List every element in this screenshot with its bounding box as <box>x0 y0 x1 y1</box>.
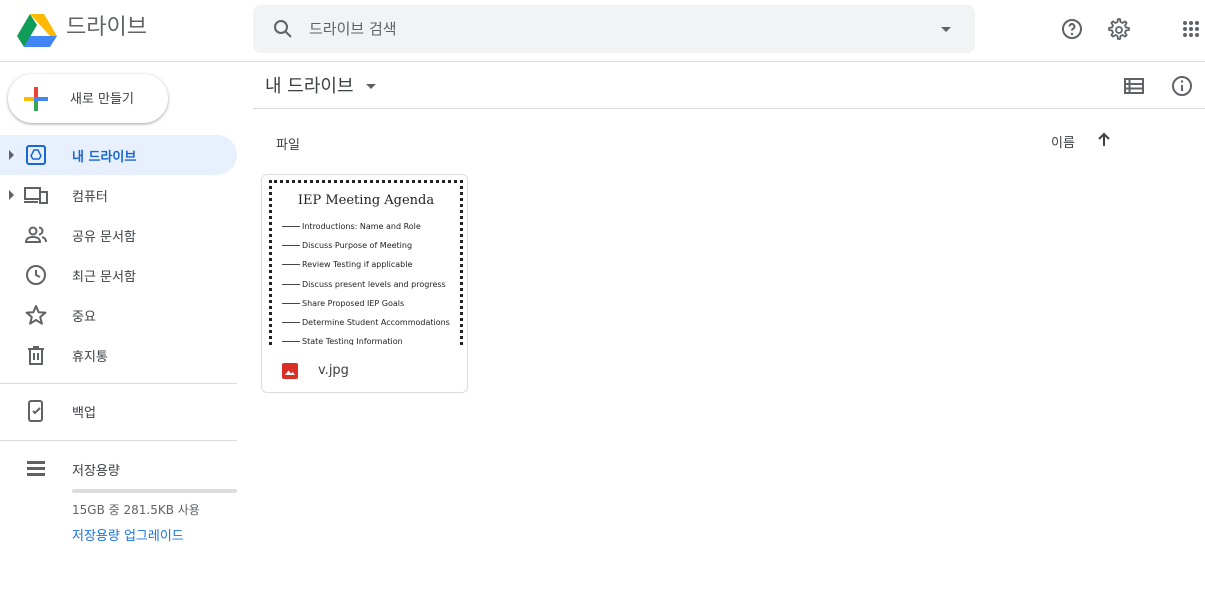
top-bar: 드라이브 <box>0 0 1205 62</box>
clock-icon <box>26 265 46 285</box>
thumbnail-line: Discuss Purpose of Meeting <box>282 241 412 255</box>
thumbnail-line: State Testing Information <box>282 337 403 345</box>
sidebar-item-label: 컴퓨터 <box>72 190 108 205</box>
star-icon <box>25 305 47 325</box>
sidebar-item-label: 휴지통 <box>72 350 108 365</box>
computers-icon <box>24 187 48 204</box>
sidebar-divider <box>0 440 237 441</box>
storage-icon <box>27 461 45 476</box>
file-card-footer[interactable]: v.jpg <box>262 345 467 392</box>
gear-icon <box>1108 18 1130 40</box>
help-icon <box>1062 19 1082 39</box>
sidebar-item-recent[interactable]: 최근 문서함 <box>0 255 237 295</box>
sort-by-name-label[interactable]: 이름 <box>1051 132 1075 151</box>
sidebar-item-computers[interactable]: 컴퓨터 <box>0 175 237 215</box>
settings-button[interactable] <box>1098 9 1138 49</box>
info-icon <box>1172 76 1192 96</box>
sidebar-item-starred[interactable]: 중요 <box>0 295 237 335</box>
file-card[interactable]: IEP Meeting Agenda Introductions: Name a… <box>261 174 468 393</box>
help-button[interactable] <box>1052 9 1092 49</box>
sidebar-item-my-drive[interactable]: 내 드라이브 <box>0 135 237 175</box>
sidebar-item-backup[interactable]: 백업 <box>0 391 237 431</box>
search-icon[interactable] <box>271 17 295 41</box>
trash-icon <box>28 346 44 365</box>
search-bar[interactable] <box>253 5 975 53</box>
image-file-icon <box>282 363 298 379</box>
file-thumbnail[interactable]: IEP Meeting Agenda Introductions: Name a… <box>269 180 463 345</box>
sidebar-item-trash[interactable]: 휴지통 <box>0 335 237 375</box>
thumbnail-line: Introductions: Name and Role <box>282 222 421 236</box>
expand-arrow-icon[interactable] <box>9 190 14 200</box>
thumbnail-line: Determine Student Accommodations <box>282 318 450 332</box>
details-button[interactable] <box>1162 66 1202 106</box>
search-options-dropdown-icon[interactable] <box>934 17 958 41</box>
thumbnail-line: Discuss present levels and progress <box>282 280 446 294</box>
sidebar-item-label: 공유 문서함 <box>72 230 136 245</box>
sidebar-item-label: 중요 <box>72 310 96 325</box>
apps-grid-icon <box>1183 21 1199 37</box>
main-divider <box>253 108 1205 109</box>
sort-ascending-arrow-icon[interactable] <box>1094 130 1114 150</box>
search-input[interactable] <box>309 17 909 41</box>
app-title[interactable]: 드라이브 <box>66 13 147 43</box>
thumbnail-line: Share Proposed IEP Goals <box>282 299 404 313</box>
plus-icon <box>24 87 48 111</box>
apps-button[interactable] <box>1171 9 1205 49</box>
sidebar-item-label: 백업 <box>72 406 96 421</box>
sidebar-item-label: 저장용량 <box>72 464 120 479</box>
sidebar-item-storage[interactable]: 저장용량 <box>0 449 237 489</box>
drive-logo-icon[interactable] <box>17 12 57 48</box>
list-view-button[interactable] <box>1114 66 1154 106</box>
sidebar-item-label: 최근 문서함 <box>72 270 136 285</box>
expand-arrow-icon[interactable] <box>9 150 14 160</box>
file-name: v.jpg <box>318 363 349 378</box>
thumbnail-title: IEP Meeting Agenda <box>297 193 435 208</box>
sidebar-divider <box>0 383 237 384</box>
storage-upgrade-link[interactable]: 저장용량 업그레이드 <box>72 525 184 544</box>
sidebar-item-label: 내 드라이브 <box>72 150 137 165</box>
page-title[interactable]: 내 드라이브 <box>265 72 354 98</box>
new-button-label: 새로 만들기 <box>70 92 134 107</box>
files-section-label: 파일 <box>276 138 300 153</box>
shared-people-icon <box>24 226 47 243</box>
new-button[interactable]: 새로 만들기 <box>8 74 168 123</box>
list-view-icon <box>1124 78 1144 94</box>
title-dropdown-icon[interactable] <box>366 84 376 89</box>
backup-icon <box>28 400 43 422</box>
storage-usage-bar <box>72 489 237 493</box>
my-drive-icon <box>26 145 46 165</box>
storage-usage-text: 15GB 중 281.5KB 사용 <box>72 503 200 517</box>
sidebar-item-shared[interactable]: 공유 문서함 <box>0 215 237 255</box>
thumbnail-line: Review Testing if applicable <box>282 260 412 274</box>
